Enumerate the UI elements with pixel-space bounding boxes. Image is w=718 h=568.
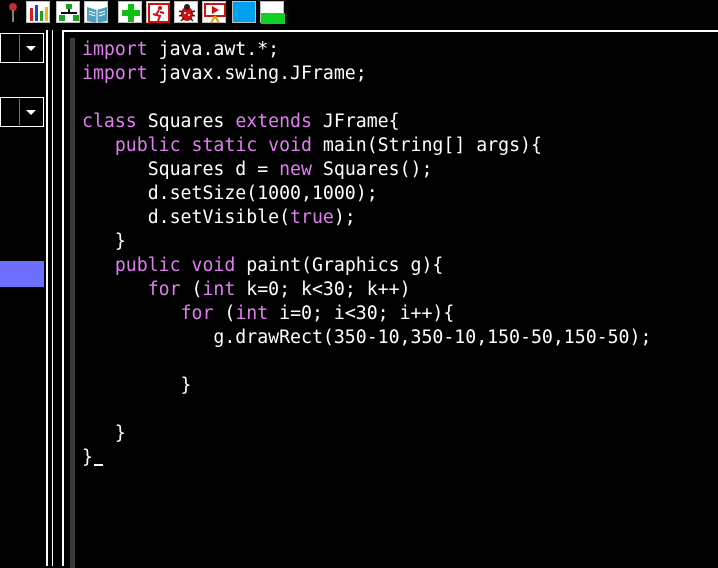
book-icon[interactable] [84,1,108,23]
code-line[interactable] [82,398,651,422]
code-token: java.awt.*; [147,39,280,60]
code-token: d.setSize(1000,1000); [82,183,378,204]
code-token: Squares(); [311,159,433,180]
code-keyword: for [147,279,181,300]
pin-icon[interactable] [0,1,24,23]
code-line[interactable]: for (int i=0; i<30; i++){ [82,302,651,326]
green-white-icon[interactable] [260,1,285,24]
panel-divider[interactable] [46,30,48,566]
code-keyword: void [191,255,236,276]
code-keyword: public [114,255,181,276]
code-keyword: extends [235,111,312,132]
dropdown-second[interactable] [0,97,44,127]
code-token: i=0; i<30; i++){ [268,303,455,324]
code-line[interactable] [82,350,651,374]
code-token: g.drawRect(350-10,350-10,150-50,150-50); [82,327,652,348]
code-token: } [82,447,93,468]
code-line[interactable]: } [82,230,651,254]
code-token: k=0; k<30; k++) [235,279,411,300]
add-icon[interactable] [118,1,142,23]
code-line[interactable]: for (int k=0; k<30; k++) [82,278,651,302]
code-token: ); [333,207,356,228]
code-keyword: int [235,303,269,324]
dropdown-top[interactable] [0,33,44,63]
code-line[interactable]: } [82,422,651,446]
selected-list-item[interactable] [0,261,44,287]
debug-bug-icon[interactable] [174,1,198,23]
chevron-down-icon[interactable] [19,99,42,125]
code-keyword: static [191,135,258,156]
bar-chart-icon[interactable] [26,1,50,23]
code-token: Squares d = [82,159,280,180]
code-line[interactable]: } [82,446,651,470]
code-line[interactable]: public void paint(Graphics g){ [82,254,651,278]
code-token: JFrame{ [311,111,400,132]
code-token: } [82,423,126,444]
code-keyword: class [82,111,137,132]
code-line[interactable]: import javax.swing.JFrame; [82,62,651,86]
code-line[interactable]: public static void main(String[] args){ [82,134,651,158]
code-token: paint(Graphics g){ [235,255,444,276]
text-cursor [93,464,103,466]
code-line[interactable]: } [82,374,651,398]
code-token: ( [213,303,236,324]
code-line[interactable]: g.drawRect(350-10,350-10,150-50,150-50); [82,326,651,350]
editor-gutter [70,38,75,568]
play-figure-icon[interactable] [202,1,226,24]
chevron-down-icon[interactable] [19,35,42,61]
code-keyword: new [279,159,312,180]
code-token: } [82,231,126,252]
code-keyword: for [180,303,214,324]
code-line[interactable]: Squares d = new Squares(); [82,158,651,182]
blue-square-icon[interactable] [232,1,256,23]
code-token: ( [180,279,203,300]
run-figure-icon[interactable] [146,1,170,23]
code-token: } [82,375,192,396]
code-token: Squares [136,111,236,132]
code-keyword: void [268,135,312,156]
code-keyword: true [290,207,334,228]
panel-divider-inner [52,30,53,566]
code-token: main(String[] args){ [311,135,542,156]
code-text[interactable]: import java.awt.*; import javax.swing.JFr… [82,38,651,470]
code-token: d.setVisible( [82,207,291,228]
code-line[interactable] [82,86,651,110]
left-panel [0,30,44,566]
code-keyword: public [114,135,181,156]
code-line[interactable]: import java.awt.*; [82,38,651,62]
code-keyword: import [82,63,148,84]
tree-icon[interactable] [56,1,80,23]
code-keyword: int [202,279,236,300]
code-keyword: import [82,39,148,60]
code-line[interactable]: d.setSize(1000,1000); [82,182,651,206]
toolbar [0,0,718,26]
code-line[interactable]: class Squares extends JFrame{ [82,110,651,134]
code-token: javax.swing.JFrame; [147,63,367,84]
code-line[interactable]: d.setVisible(true); [82,206,651,230]
